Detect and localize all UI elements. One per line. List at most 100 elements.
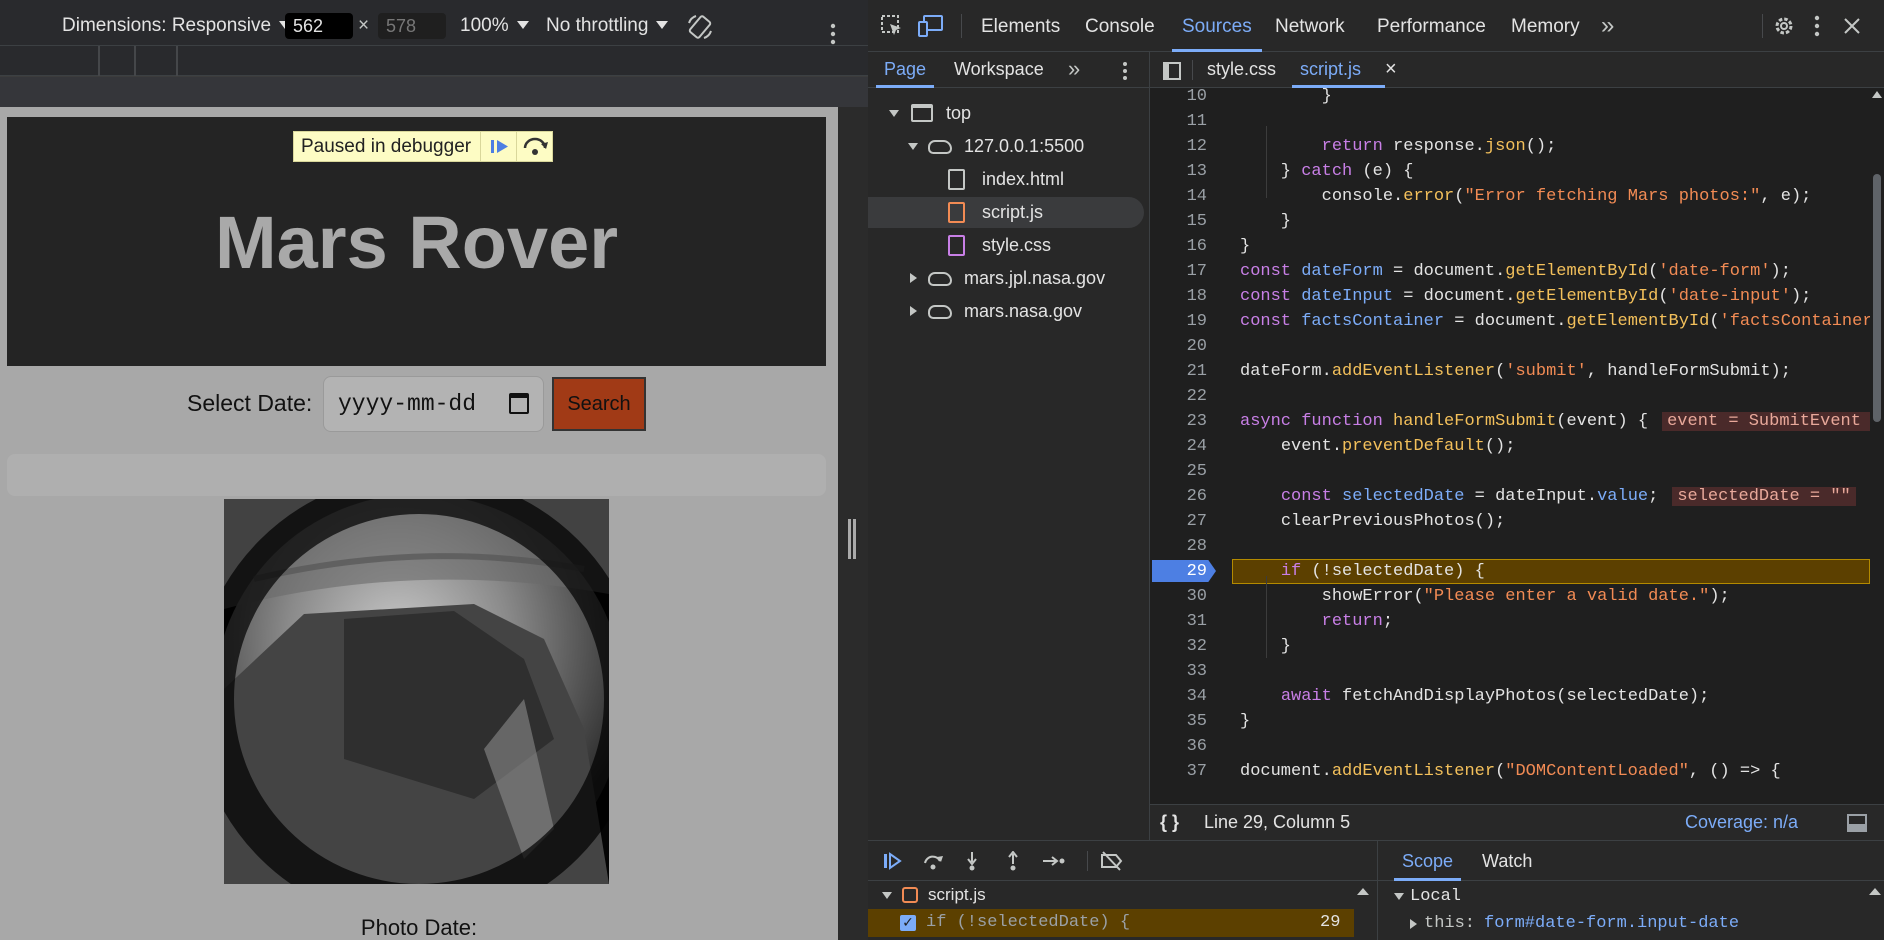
line-number[interactable]: 37 [1150, 759, 1207, 784]
breakpoint-file-row[interactable]: script.js [868, 881, 1364, 909]
tab-watch[interactable]: Watch [1482, 841, 1532, 881]
tab-page[interactable]: Page [875, 52, 935, 88]
editor-tab-style-css[interactable]: style.css [1207, 52, 1276, 88]
line-number[interactable]: 28 [1150, 534, 1207, 559]
close-tab-icon[interactable]: × [1385, 52, 1397, 88]
line-number[interactable]: 34 [1150, 684, 1207, 709]
drawer-toggle-icon[interactable] [1847, 814, 1867, 832]
code-line[interactable]: 33 [1150, 659, 1870, 684]
line-number[interactable]: 25 [1150, 459, 1207, 484]
code-line[interactable]: 17 const dateForm = document.getElementBy… [1150, 259, 1870, 284]
expand-arrow-icon[interactable] [882, 892, 892, 899]
line-number[interactable]: 16 [1150, 234, 1207, 259]
code-line[interactable]: 22 [1150, 384, 1870, 409]
throttling-dropdown[interactable]: No throttling [546, 0, 669, 46]
line-number[interactable]: 13 [1150, 159, 1207, 184]
tab-memory[interactable]: Memory [1511, 0, 1580, 52]
line-number[interactable]: 20 [1150, 334, 1207, 359]
code-line[interactable]: 23 async function handleFormSubmit(event)… [1150, 409, 1884, 434]
line-number[interactable]: 24 [1150, 434, 1207, 459]
collapse-arrow-icon[interactable] [910, 273, 917, 283]
collapse-arrow-icon[interactable] [1410, 919, 1417, 929]
scope-this-row[interactable]: this: form#date-form.input-date [1378, 910, 1868, 937]
line-number[interactable]: 18 [1150, 284, 1207, 309]
expand-arrow-icon[interactable] [908, 143, 918, 150]
collapse-arrow-icon[interactable] [910, 306, 917, 316]
line-number[interactable]: 31 [1150, 609, 1207, 634]
line-number[interactable]: 19 [1150, 309, 1207, 334]
line-number[interactable]: 17 [1150, 259, 1207, 284]
tree-item-file[interactable]: style.css [868, 230, 1150, 261]
code-lines[interactable]: 10 } 11 12 return response.json(); 13 } cat… [1150, 88, 1884, 824]
line-number[interactable]: 23 [1150, 409, 1207, 434]
calendar-icon[interactable] [509, 393, 529, 414]
tab-scope[interactable]: Scope [1393, 841, 1462, 881]
width-input[interactable]: 562 [285, 13, 353, 39]
code-line[interactable]: 27 clearPreviousPhotos(); [1150, 509, 1870, 534]
line-number[interactable]: 12 [1150, 134, 1207, 159]
line-number[interactable]: 14 [1150, 184, 1207, 209]
code-line[interactable]: 32 } [1150, 634, 1870, 659]
close-icon[interactable] [1842, 16, 1862, 36]
pretty-print-icon[interactable]: { } [1160, 805, 1179, 839]
code-line[interactable]: 12 return response.json(); [1150, 134, 1870, 159]
more-options-icon[interactable] [1814, 15, 1820, 37]
code-line[interactable]: 28 [1150, 534, 1870, 559]
code-line[interactable]: 35} [1150, 709, 1870, 734]
line-number[interactable]: 29 [1150, 559, 1207, 584]
line-number[interactable]: 32 [1150, 634, 1207, 659]
tab-workspace[interactable]: Workspace [954, 52, 1044, 88]
editor-tab-script-js[interactable]: script.js [1291, 52, 1386, 88]
line-number[interactable]: 26 [1150, 484, 1207, 509]
zoom-dropdown[interactable]: 100% [460, 0, 529, 46]
more-options-icon[interactable] [1122, 61, 1128, 97]
tree-item-host[interactable]: 127.0.0.1:5500 [868, 131, 1150, 162]
coverage-status[interactable]: Coverage: n/a [1685, 805, 1798, 839]
code-line[interactable]: 36 [1150, 734, 1870, 759]
scroll-up-icon[interactable] [1357, 887, 1369, 895]
media-query-ruler[interactable] [0, 46, 868, 76]
code-line[interactable]: 13 } catch (e) { [1150, 159, 1870, 184]
tab-sources[interactable]: Sources [1172, 0, 1262, 52]
tab-elements[interactable]: Elements [981, 0, 1060, 52]
expand-arrow-icon[interactable] [889, 110, 899, 117]
code-line[interactable]: 29 if (!selectedDate) { [1150, 559, 1870, 584]
code-line[interactable]: 11 [1150, 109, 1870, 134]
tree-item-file-selected[interactable]: script.js [868, 197, 1144, 228]
code-line[interactable]: 19 const factsContainer = document.getEle… [1150, 309, 1883, 334]
tab-console[interactable]: Console [1085, 0, 1155, 52]
line-number[interactable]: 11 [1150, 109, 1207, 134]
more-options-icon[interactable] [830, 14, 838, 45]
device-toolbar-icon[interactable] [918, 14, 944, 38]
tab-performance[interactable]: Performance [1377, 0, 1486, 52]
code-line[interactable]: 24 event.preventDefault(); [1150, 434, 1870, 459]
dimensions-dropdown[interactable]: Dimensions: Responsive [62, 0, 292, 46]
breakpoint-item[interactable]: ✓ if (!selectedDate) { 29 [868, 909, 1354, 937]
more-tabs-icon[interactable]: » [1601, 0, 1614, 52]
tree-item-domain[interactable]: mars.jpl.nasa.gov [868, 263, 1150, 294]
code-line[interactable]: 21 dateForm.addEventListener('submit', ha… [1150, 359, 1870, 384]
code-line[interactable]: 16} [1150, 234, 1870, 259]
date-input[interactable]: yyyy-mm-dd [323, 376, 544, 432]
line-number[interactable]: 22 [1150, 384, 1207, 409]
code-line[interactable]: 14 console.error("Error fetching Mars ph… [1150, 184, 1870, 209]
code-line[interactable]: 30 showError("Please enter a valid date.… [1150, 584, 1870, 609]
more-tabs-icon[interactable]: » [1068, 52, 1080, 88]
gear-icon[interactable] [1772, 14, 1796, 38]
line-number[interactable]: 36 [1150, 734, 1207, 759]
line-number[interactable]: 27 [1150, 509, 1207, 534]
line-number[interactable]: 10 [1150, 88, 1207, 109]
line-number[interactable]: 21 [1150, 359, 1207, 384]
code-line[interactable]: 10 } [1150, 88, 1870, 109]
height-input[interactable]: 578 [378, 13, 446, 39]
line-number[interactable]: 33 [1150, 659, 1207, 684]
code-line[interactable]: 34 await fetchAndDisplayPhotos(selectedD… [1150, 684, 1870, 709]
resize-handle[interactable] [848, 519, 856, 559]
scroll-up-icon[interactable] [1869, 887, 1881, 895]
rotate-icon[interactable] [686, 10, 716, 39]
code-line[interactable]: 25 [1150, 459, 1870, 484]
vertical-scrollbar[interactable] [1356, 885, 1370, 940]
step-over-icon[interactable] [516, 132, 552, 161]
tree-item-file[interactable]: index.html [868, 164, 1150, 195]
expand-arrow-icon[interactable] [1394, 893, 1404, 900]
